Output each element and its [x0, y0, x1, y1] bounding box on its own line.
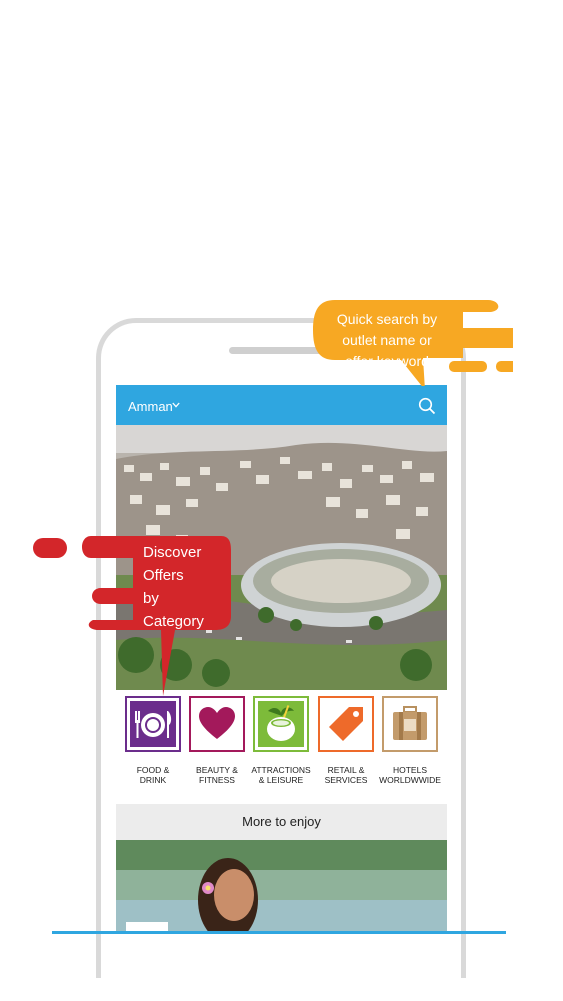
coconut-drink-icon: [258, 701, 304, 747]
callout-line: outlet name or: [342, 332, 432, 348]
plate-cutlery-icon: [130, 701, 176, 747]
category-row: FOOD & DRINK BEAUTY & FITNESS ATTRACTION…: [116, 690, 447, 804]
heart-icon: [194, 701, 240, 747]
category-retail-services[interactable]: [318, 696, 374, 752]
category-label: HOTELS WORLDWWIDE: [379, 765, 441, 785]
price-tag-icon: [323, 701, 369, 747]
category-beauty-fitness[interactable]: [189, 696, 245, 752]
category-callout-text: Discover Offers by Category: [143, 541, 223, 633]
category-label: FOOD & DRINK: [136, 765, 170, 785]
callout-line: Discover: [143, 544, 202, 561]
category-food-drink[interactable]: [125, 696, 181, 752]
category-label: RETAIL & SERVICES: [324, 765, 368, 785]
more-to-enjoy-header[interactable]: More to enjoy: [116, 804, 447, 840]
callout-line: by: [143, 590, 159, 607]
category-attractions-leisure[interactable]: [253, 696, 309, 752]
top-bar: Amman: [116, 385, 447, 425]
bottom-divider: [52, 931, 506, 934]
category-label: BEAUTY & FITNESS: [196, 765, 238, 785]
suitcase-icon: [387, 701, 433, 747]
chevron-down-icon[interactable]: [172, 401, 180, 409]
callout-line: Offers: [143, 567, 184, 584]
callout-line: Category: [143, 613, 204, 630]
category-hotels-worldwide[interactable]: [382, 696, 438, 752]
category-label: ATTRACTIONS & LEISURE: [251, 765, 311, 785]
city-selector[interactable]: Amman: [128, 399, 173, 414]
callout-line: Quick search by: [336, 311, 438, 327]
promo-image[interactable]: [116, 840, 447, 933]
search-icon[interactable]: [418, 397, 436, 415]
callout-line: offer keyword: [345, 353, 429, 369]
search-callout-text: Quick search by outlet name or offer key…: [331, 309, 443, 372]
